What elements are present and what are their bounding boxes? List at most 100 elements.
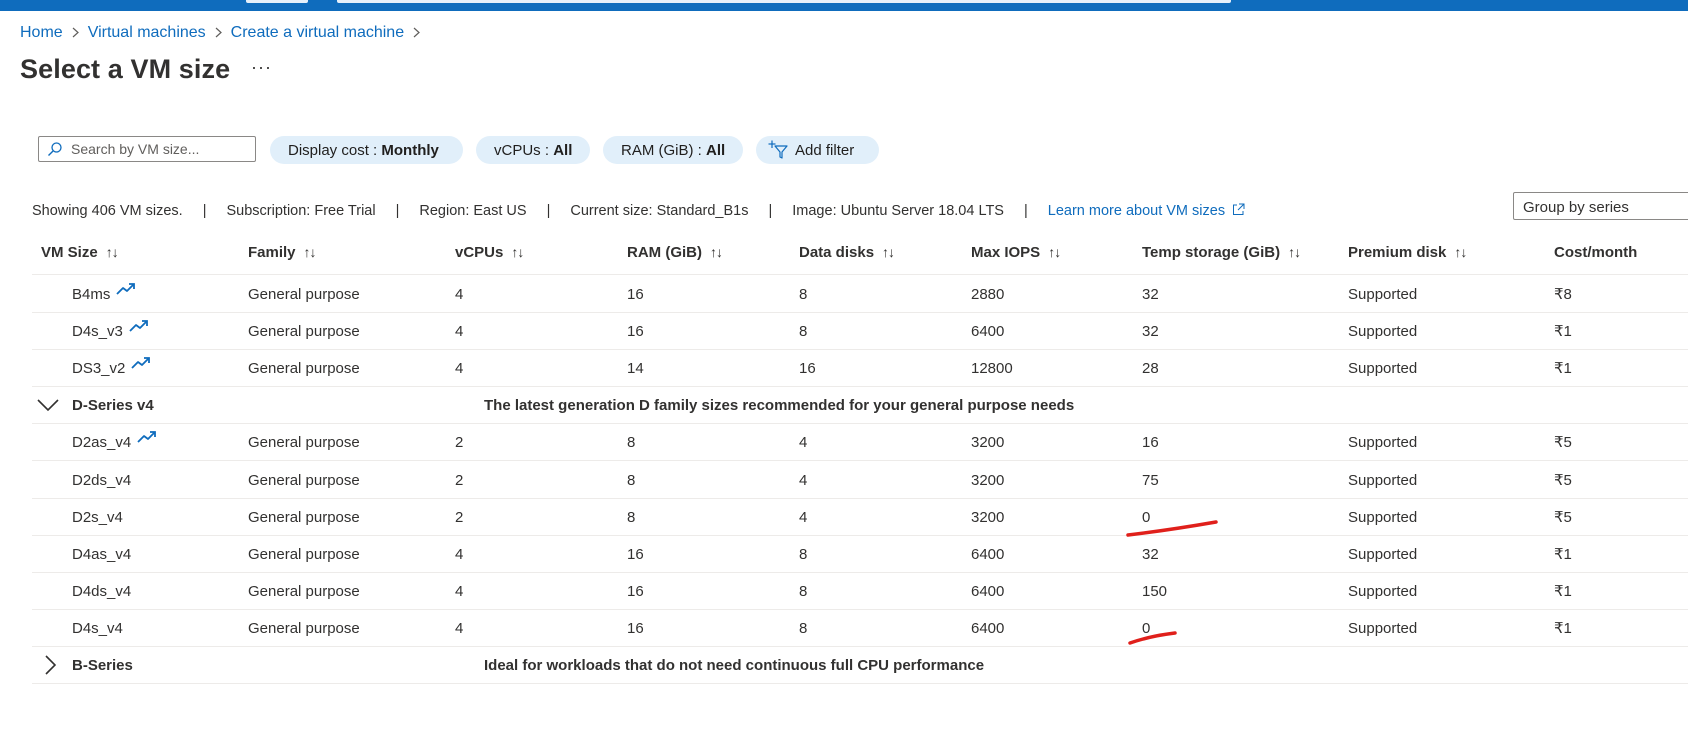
trend-up-icon: [129, 310, 149, 348]
vcpus-cell: 4: [455, 360, 464, 377]
learn-more-link[interactable]: Learn more about VM sizes: [1048, 203, 1245, 219]
max-iops-cell: 2880: [971, 286, 1005, 303]
table-row[interactable]: D4s_v4 General purpose 4 16 8 6400 0 Supported ₹…: [32, 610, 1688, 647]
max-iops-cell: 12800: [971, 360, 1013, 377]
top-nav-button[interactable]: [246, 0, 308, 3]
series-group-row[interactable]: D-Series v4 The latest generation D famil…: [32, 387, 1688, 424]
add-filter-button[interactable]: Add filter: [756, 136, 879, 164]
temp-storage-cell: 0: [1142, 509, 1151, 526]
data-disks-cell: 8: [799, 546, 808, 563]
chevron-right-icon: [72, 25, 79, 41]
max-iops-cell: 3200: [971, 509, 1005, 526]
table-row[interactable]: D2as_v4 General purpose 2 8 4 3200 16 Supported…: [32, 424, 1688, 461]
vcpus-filter[interactable]: vCPUs : All: [476, 136, 590, 164]
cost-cell: ₹1: [1554, 583, 1572, 600]
column-header-premium-disk[interactable]: Premium disk ↑↓: [1348, 244, 1467, 261]
table-row[interactable]: DS3_v2 General purpose 4 14 16 12800 28 Support…: [32, 350, 1688, 387]
column-header-cost[interactable]: Cost/month: [1554, 244, 1637, 261]
display-cost-label: Display cost :: [288, 141, 382, 159]
column-header-family[interactable]: Family ↑↓: [248, 244, 317, 261]
column-header-label: vCPUs: [455, 244, 504, 261]
chevron-down-icon[interactable]: [37, 387, 59, 423]
premium-disk-cell: Supported: [1348, 360, 1418, 377]
sort-arrows-icon: ↑↓: [1454, 244, 1467, 260]
ram-cell: 16: [627, 546, 644, 563]
display-cost-filter[interactable]: Display cost : Monthly: [270, 136, 463, 164]
column-header-label: VM Size: [41, 244, 98, 261]
temp-storage-cell: 75: [1142, 472, 1159, 489]
column-header-max-iops[interactable]: Max IOPS ↑↓: [971, 244, 1061, 261]
global-search-box[interactable]: [337, 0, 1231, 3]
ram-filter-label: RAM (GiB) :: [621, 141, 706, 159]
breadcrumb-virtual-machines[interactable]: Virtual machines: [88, 24, 206, 42]
max-iops-cell: 3200: [971, 434, 1005, 451]
premium-disk-cell: Supported: [1348, 546, 1418, 563]
showing-count: Showing 406 VM sizes.: [32, 203, 183, 219]
breadcrumb-home[interactable]: Home: [20, 24, 63, 42]
table-row[interactable]: D4as_v4 General purpose 4 16 8 6400 32 Supporte…: [32, 536, 1688, 573]
vm-size-cell: D4ds_v4: [72, 573, 131, 609]
data-disks-cell: 4: [799, 434, 808, 451]
table-row[interactable]: D2s_v4 General purpose 2 8 4 3200 0 Supported ₹5: [32, 499, 1688, 536]
family-cell: General purpose: [248, 360, 360, 377]
premium-disk-cell: Supported: [1348, 434, 1418, 451]
search-box[interactable]: [38, 136, 256, 162]
vm-size-cell: D4as_v4: [72, 536, 131, 572]
data-disks-cell: 4: [799, 472, 808, 489]
filter-add-icon: [768, 140, 788, 159]
premium-disk-cell: Supported: [1348, 323, 1418, 340]
chevron-right-icon[interactable]: [44, 647, 56, 683]
vm-size-cell: D2as_v4: [72, 424, 157, 460]
cost-cell: ₹1: [1554, 546, 1572, 563]
data-disks-cell: 8: [799, 583, 808, 600]
premium-disk-cell: Supported: [1348, 620, 1418, 637]
temp-storage-cell: 28: [1142, 360, 1159, 377]
separator: |: [202, 203, 207, 219]
vm-size-cell: B4ms: [72, 276, 136, 312]
breadcrumb-create-vm[interactable]: Create a virtual machine: [231, 24, 404, 42]
trend-up-icon: [131, 347, 151, 385]
data-disks-cell: 4: [799, 509, 808, 526]
table-row[interactable]: D4s_v3 General purpose 4 16 8 6400 32 Supported…: [32, 313, 1688, 350]
column-header-label: Max IOPS: [971, 244, 1041, 261]
table-row[interactable]: D4ds_v4 General purpose 4 16 8 6400 150 Support…: [32, 573, 1688, 610]
cost-cell: ₹5: [1554, 472, 1572, 489]
temp-storage-cell: 32: [1142, 286, 1159, 303]
vm-size-name: D4ds_v4: [72, 583, 132, 600]
column-header-vm-size[interactable]: VM Size ↑↓: [41, 244, 119, 261]
breadcrumb: Home Virtual machines Create a virtual m…: [20, 24, 429, 42]
table-row[interactable]: D2ds_v4 General purpose 2 8 4 3200 75 Supported…: [32, 462, 1688, 499]
ram-cell: 16: [627, 620, 644, 637]
column-header-temp-storage[interactable]: Temp storage (GiB) ↑↓: [1142, 244, 1301, 261]
column-header-vcpus[interactable]: vCPUs ↑↓: [455, 244, 524, 261]
temp-storage-cell: 0: [1142, 620, 1151, 637]
column-header-label: Temp storage (GiB): [1142, 244, 1281, 261]
ram-cell: 8: [627, 509, 636, 526]
table-row[interactable]: B4ms General purpose 4 16 8 2880 32 Supported ₹8: [32, 276, 1688, 313]
series-group-row[interactable]: B-Series Ideal for workloads that do not …: [32, 647, 1688, 684]
subscription-info: Subscription: Free Trial: [226, 203, 376, 219]
column-header-label: Family: [248, 244, 296, 261]
data-disks-cell: 8: [799, 323, 808, 340]
vm-size-cell: D4s_v4: [72, 610, 123, 646]
top-nav-bar: [0, 0, 1688, 11]
cost-cell: ₹1: [1554, 323, 1572, 340]
image-info: Image: Ubuntu Server 18.04 LTS: [792, 203, 1004, 219]
column-header-data-disks[interactable]: Data disks ↑↓: [799, 244, 895, 261]
group-by-button[interactable]: Group by series: [1513, 192, 1688, 220]
search-input[interactable]: [69, 140, 253, 158]
column-header-ram[interactable]: RAM (GiB) ↑↓: [627, 244, 723, 261]
family-cell: General purpose: [248, 620, 360, 637]
vm-size-cell: D2ds_v4: [72, 462, 131, 498]
ram-filter[interactable]: RAM (GiB) : All: [603, 136, 743, 164]
vcpus-cell: 4: [455, 323, 464, 340]
max-iops-cell: 6400: [971, 546, 1005, 563]
more-options-button[interactable]: ···: [251, 58, 272, 76]
cost-cell: ₹5: [1554, 434, 1572, 451]
family-cell: General purpose: [248, 583, 360, 600]
cost-cell: ₹5: [1554, 509, 1572, 526]
trend-up-icon: [137, 421, 157, 459]
chevron-right-icon: [413, 25, 420, 41]
vm-size-name: D2ds_v4: [72, 472, 132, 489]
chevron-right-icon: [215, 25, 222, 41]
